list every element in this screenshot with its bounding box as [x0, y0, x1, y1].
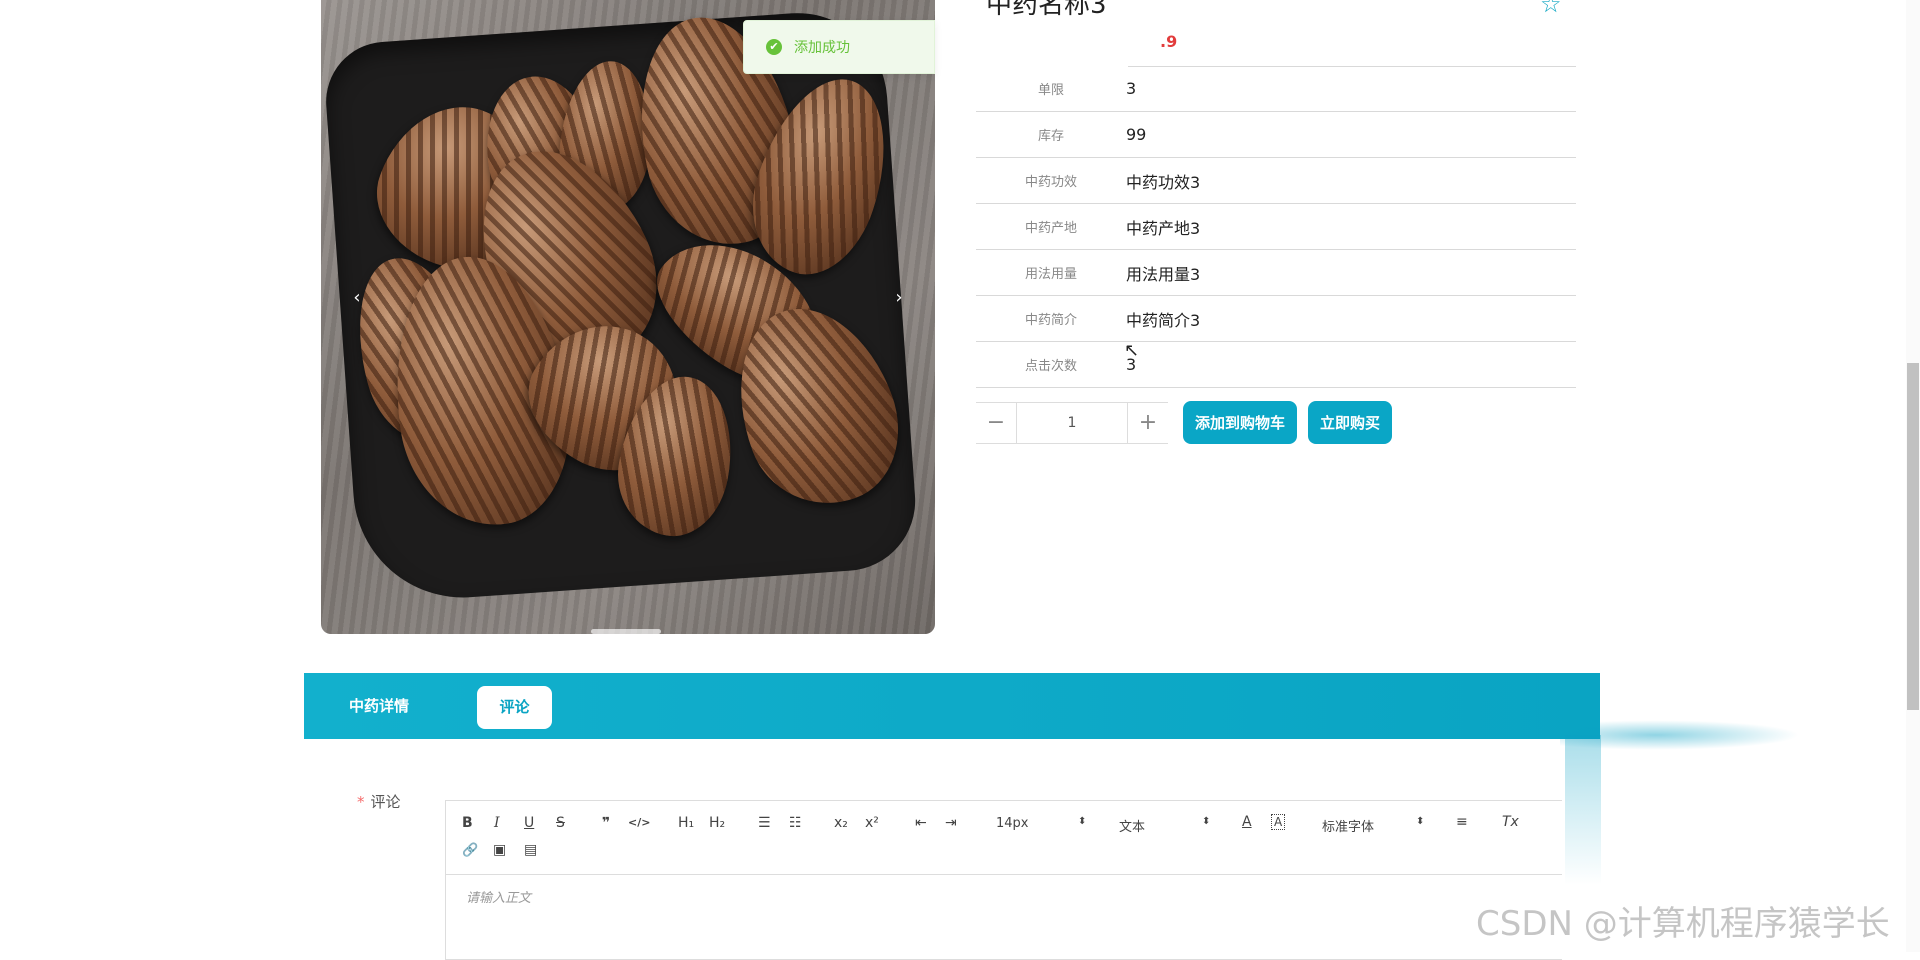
editor-placeholder[interactable]: 请输入正文: [466, 887, 531, 906]
link-icon[interactable]: 🔗: [462, 843, 478, 858]
editor-toolbar: B I U S ❞ </> H₁ H₂ ☰ ☷ x₂ x² ⇤ ⇥ 14px ⬍…: [446, 801, 1562, 875]
code-icon[interactable]: </>: [628, 816, 650, 829]
ordered-list-icon[interactable]: ☰: [758, 815, 771, 831]
watermark-text: CSDN @计算机程序猿学长: [1476, 904, 1890, 944]
quantity-input[interactable]: 1: [1016, 403, 1128, 443]
scrollbar-thumb[interactable]: [1907, 363, 1919, 710]
chevron-updown-icon: ⬍: [1202, 816, 1211, 827]
product-title: 中药名称3: [986, 0, 1107, 20]
carousel-next-icon[interactable]: ›: [887, 286, 911, 310]
plus-button[interactable]: +: [1128, 403, 1168, 443]
detail-row-stock: 库存 99: [976, 112, 1576, 158]
success-toast: ✔ 添加成功: [743, 20, 935, 74]
detail-row-intro: 中药简介 中药简介3: [976, 296, 1576, 342]
quote-icon[interactable]: ❞: [602, 815, 610, 831]
detail-label: 中药功效: [1024, 175, 1077, 190]
align-icon[interactable]: ≡: [1456, 814, 1468, 830]
font-size-select[interactable]: 14px: [996, 816, 1029, 831]
check-circle-icon: ✔: [766, 39, 782, 55]
outdent-icon[interactable]: ⇤: [915, 815, 927, 831]
chevron-updown-icon: ⬍: [1078, 816, 1087, 827]
tab-details[interactable]: 中药详情: [349, 673, 409, 739]
rich-text-editor[interactable]: B I U S ❞ </> H₁ H₂ ☰ ☷ x₂ x² ⇤ ⇥ 14px ⬍…: [445, 800, 1562, 960]
clear-format-icon[interactable]: Tx: [1502, 814, 1519, 830]
detail-row-effect: 中药功效 中药功效3: [976, 158, 1576, 204]
decorative-glow: [1565, 735, 1601, 885]
detail-value: 99: [1126, 125, 1147, 144]
detail-label: 库存: [1037, 129, 1064, 144]
underline-icon[interactable]: U: [524, 815, 534, 831]
comment-label: * 评论: [357, 791, 401, 812]
detail-row-origin: 中药产地 中药产地3: [976, 204, 1576, 250]
product-image-carousel[interactable]: ‹ ›: [321, 0, 935, 634]
subscript-icon[interactable]: x₂: [834, 815, 848, 831]
detail-label: 中药产地: [1024, 221, 1077, 236]
detail-value: 用法用量3: [1126, 264, 1201, 284]
strike-icon[interactable]: S: [556, 815, 565, 831]
detail-value: 中药产地3: [1126, 218, 1201, 238]
quantity-stepper[interactable]: − 1 +: [976, 402, 1168, 444]
detail-label: 点击次数: [1024, 359, 1077, 374]
detail-row-limit: 单限 3: [976, 66, 1576, 112]
image-icon[interactable]: ▣: [493, 842, 506, 858]
detail-label: 用法用量: [1024, 267, 1077, 282]
product-price: .9: [1160, 32, 1178, 51]
tab-bar: 中药详情 评论: [304, 673, 1600, 739]
h2-icon[interactable]: H₂: [709, 815, 725, 831]
superscript-icon[interactable]: x²: [865, 815, 879, 831]
font-color-icon[interactable]: A: [1242, 814, 1252, 830]
star-outline-icon[interactable]: ☆: [1540, 0, 1562, 18]
indent-icon[interactable]: ⇥: [945, 815, 957, 831]
buy-now-button[interactable]: 立即购买: [1308, 401, 1392, 444]
bullet-list-icon[interactable]: ☷: [789, 815, 802, 831]
mouse-cursor-icon: ↖: [1124, 340, 1140, 361]
background-color-icon[interactable]: A: [1271, 814, 1286, 830]
carousel-prev-icon[interactable]: ‹: [345, 286, 369, 310]
video-icon[interactable]: ▤: [524, 842, 537, 858]
detail-row-clicks: 点击次数 3: [976, 342, 1576, 388]
detail-label: 单限: [1037, 83, 1064, 98]
chevron-updown-icon: ⬍: [1416, 816, 1425, 827]
toast-message: 添加成功: [794, 40, 850, 56]
h1-icon[interactable]: H₁: [678, 815, 694, 831]
detail-value: 中药功效3: [1126, 172, 1201, 192]
detail-row-usage: 用法用量 用法用量3: [976, 250, 1576, 296]
tab-comments[interactable]: 评论: [477, 686, 552, 729]
add-to-cart-button[interactable]: 添加到购物车: [1183, 401, 1297, 444]
detail-label: 中药简介: [1024, 313, 1077, 328]
carousel-indicator[interactable]: [591, 629, 661, 634]
bold-icon[interactable]: B: [462, 815, 473, 831]
italic-icon[interactable]: I: [494, 815, 500, 831]
comment-label-text: 评论: [370, 793, 401, 811]
font-family-select[interactable]: 标准字体: [1322, 816, 1374, 835]
detail-value: 3: [1126, 79, 1137, 98]
header-select[interactable]: 文本: [1119, 816, 1145, 835]
required-mark: *: [357, 793, 365, 811]
detail-value: 中药简介3: [1126, 310, 1201, 330]
minus-button[interactable]: −: [976, 403, 1016, 443]
